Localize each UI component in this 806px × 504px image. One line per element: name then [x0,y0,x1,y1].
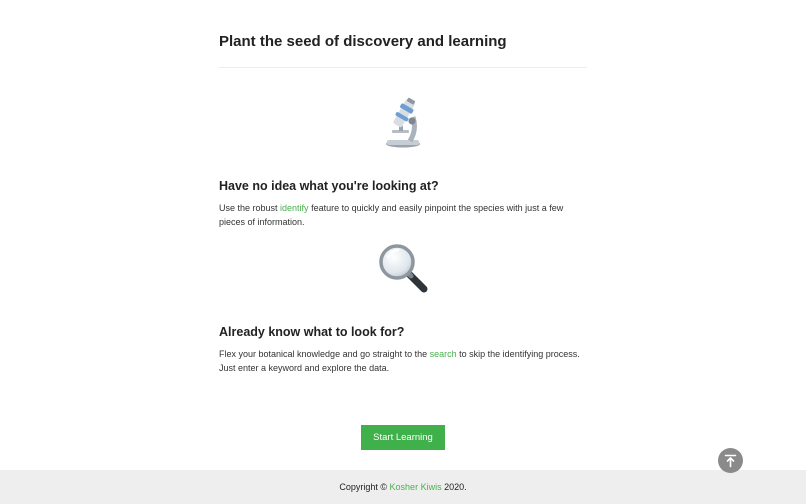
footer-year: 2020. [441,482,467,492]
title-divider [219,67,587,68]
microscope-icon [219,97,587,154]
page: Plant the seed of discovery and learning… [0,0,806,504]
search-heading: Already know what to look for? [219,325,405,339]
start-learning-button[interactable]: Start Learning [361,425,445,450]
search-link[interactable]: search [430,349,457,359]
identify-heading: Have no idea what you're looking at? [219,179,439,193]
page-title: Plant the seed of discovery and learning [219,33,507,50]
footer-brand-link[interactable]: Kosher Kiwis [390,482,442,492]
identify-text-before: Use the robust [219,203,281,213]
footer: Copyright © Kosher Kiwis 2020. [0,470,806,504]
identify-description: Use the robust identify feature to quick… [219,201,587,229]
identify-link[interactable]: identify [280,203,309,213]
search-description: Flex your botanical knowledge and go str… [219,347,587,375]
scroll-to-top-button[interactable] [718,448,743,473]
search-text-before: Flex your botanical knowledge and go str… [219,349,430,359]
magnifying-glass-icon [219,242,587,299]
footer-copyright-prefix: Copyright © [339,482,390,492]
arrow-up-to-top-icon [724,454,737,468]
